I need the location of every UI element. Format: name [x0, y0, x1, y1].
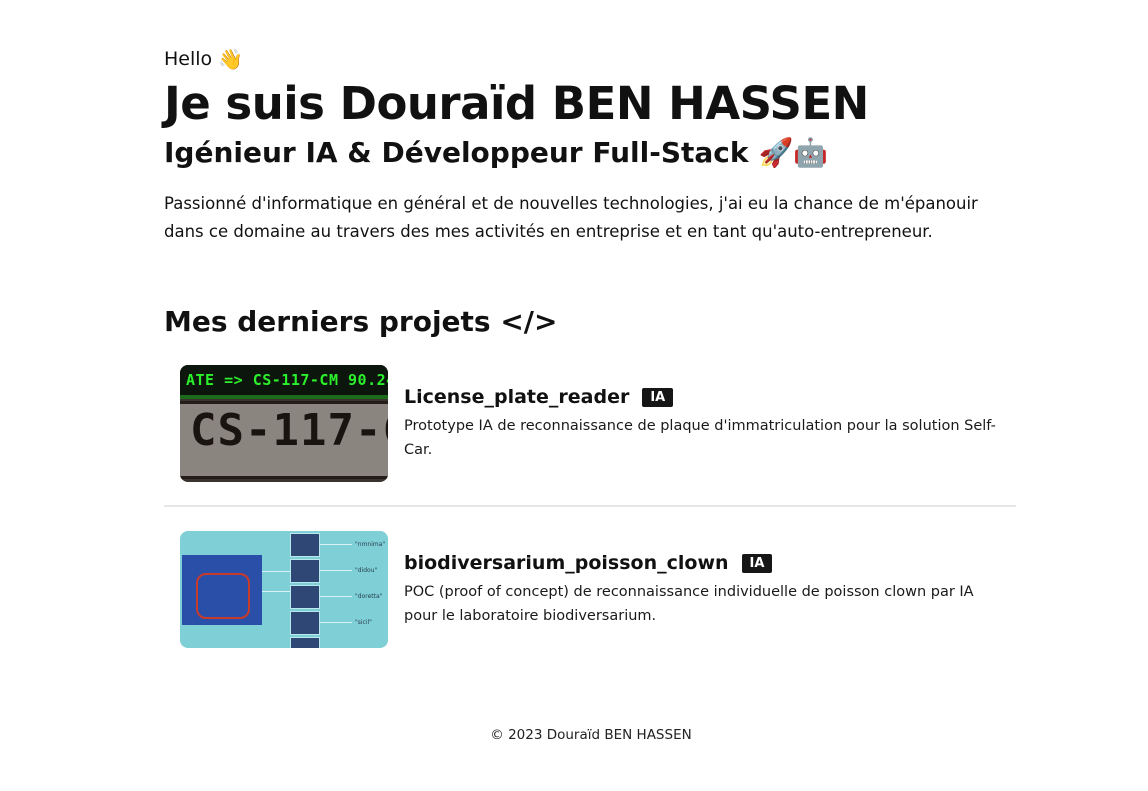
ocr-result-text: ATE => CS-117-CM 90.24%	[186, 370, 388, 389]
connector-line	[320, 543, 352, 545]
role-subtitle: Igénieur IA & Développeur Full-Stack 🚀🤖	[164, 134, 1016, 172]
overlay-divider	[180, 394, 388, 399]
fish-crop	[290, 532, 320, 557]
fish-crop	[290, 636, 320, 648]
intro-paragraph: Passionné d'informatique en général et d…	[164, 194, 978, 241]
connector-line	[262, 570, 290, 572]
connector-line	[262, 590, 290, 592]
portfolio-page: Hello 👋 Je suis Douraïd BEN HASSEN Igéni…	[0, 0, 1148, 791]
project-description: Prototype IA de reconnaissance de plaque…	[404, 418, 996, 459]
page-title: Je suis Douraïd BEN HASSEN	[164, 77, 869, 130]
project-title[interactable]: biodiversarium_poisson_clown	[404, 550, 729, 576]
connector-line	[320, 595, 352, 597]
projects-section-title: Mes derniers projets </>	[164, 305, 558, 338]
fish-crop	[290, 558, 320, 583]
fish-label: "nmnima"	[355, 540, 386, 548]
license-plate-text: CS-117-CM	[190, 404, 388, 456]
role-text: Igénieur IA & Développeur Full-Stack	[164, 136, 749, 169]
project-thumbnail[interactable]: ATE => CS-117-CM 90.24% CS-117-CM	[180, 364, 388, 482]
project-divider	[164, 505, 1016, 508]
greeting-text: Hello	[164, 48, 213, 70]
connector-line	[320, 569, 352, 571]
connector-line	[320, 621, 352, 623]
footer-copyright: © 2023 Douraïd BEN HASSEN	[490, 727, 692, 743]
fish-label: "doretta"	[355, 592, 383, 600]
aquarium-photo	[182, 554, 262, 625]
greeting: Hello 👋	[164, 44, 1016, 74]
waving-hand-icon: 👋	[218, 47, 244, 71]
main-content: Hello 👋 Je suis Douraïd BEN HASSEN Igéni…	[164, 44, 1016, 649]
project-info: biodiversarium_poisson_clown IA POC (pro…	[404, 550, 1000, 628]
project-title-row: License_plate_reader IA	[404, 384, 1000, 410]
project-info: License_plate_reader IA Prototype IA de …	[404, 384, 1000, 462]
project-description: POC (proof of concept) de reconnaissance…	[404, 584, 974, 625]
project-tag: IA	[741, 553, 773, 573]
project-thumbnail[interactable]: "nmnima" "didou" "doretta" "sicil"	[180, 530, 388, 648]
rocket-robot-icon: 🚀🤖	[758, 136, 829, 169]
project-title-row: biodiversarium_poisson_clown IA	[404, 550, 1000, 576]
projects-list: ATE => CS-117-CM 90.24% CS-117-CM Licens…	[164, 363, 1016, 649]
project-title[interactable]: License_plate_reader	[404, 384, 629, 410]
fish-crops-column	[290, 531, 320, 648]
detection-outline	[196, 572, 250, 619]
fish-label: "didou"	[355, 566, 378, 574]
fish-crop	[290, 610, 320, 635]
project-card-license-plate-reader[interactable]: ATE => CS-117-CM 90.24% CS-117-CM Licens…	[164, 363, 1016, 483]
project-tag: IA	[642, 387, 674, 407]
project-card-biodiversarium-poisson-clown[interactable]: "nmnima" "didou" "doretta" "sicil" biodi…	[164, 529, 1016, 649]
fish-crop	[290, 584, 320, 609]
fish-label: "sicil"	[355, 618, 372, 626]
